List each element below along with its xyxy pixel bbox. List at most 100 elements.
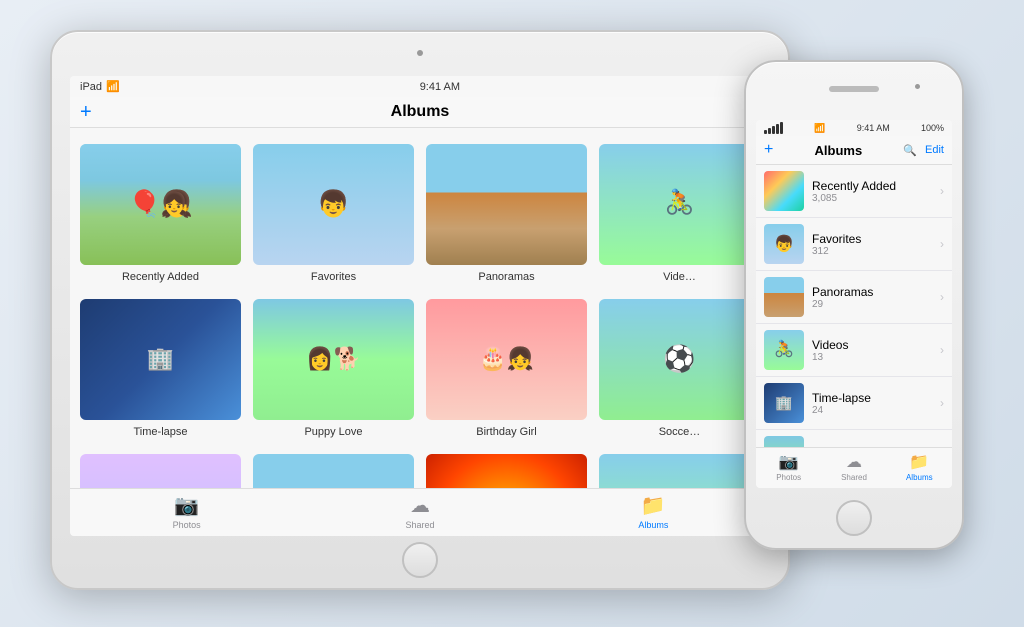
tablet-album-timelapse[interactable]: 🏢 Time-lapse [80,299,241,438]
phone-wifi-icon: 📶 [814,123,825,134]
phone-shared-label: Shared [841,473,867,482]
phone-tab-photos[interactable]: 📷 Photos [756,452,821,482]
phone-list-item-favorites[interactable]: 👦 Favorites 312 › [756,218,952,271]
phone-list-item-videos[interactable]: 🚴 Videos 13 › [756,324,952,377]
phone-list-info-timelapse: Time-lapse 24 [812,391,932,416]
phone-nav-title: Albums [815,143,863,158]
tablet-home-button[interactable] [402,542,438,578]
signal-bar-2 [768,128,771,134]
phone-device: 📶 9:41 AM 100% + Albums 🔍 Edit Recently … [744,60,964,550]
phone-list-count-timelapse: 24 [812,405,932,416]
tablet-thumb-soccer: ⚽ [599,299,760,420]
phone-home-button[interactable] [836,500,872,536]
phone-list-item-puppy[interactable]: 🐕 › [756,430,952,447]
tablet-status-left: iPad 📶 [80,80,120,93]
tablet-nav-bar: + Albums [70,97,770,128]
phone-list-info-videos: Videos 13 [812,338,932,363]
tablet-device: iPad 📶 9:41 AM + Albums 🎈👧 [50,30,790,590]
signal-bar-5 [780,122,783,134]
tablet-content: 🎈👧 Recently Added 👦 Favorites [70,128,770,488]
tablet-thumb-timelapse: 🏢 [80,299,241,420]
tablet-tab-photos[interactable]: 📷 Photos [70,493,303,530]
tablet-thumb-puppy-love: 👩🐕 [253,299,414,420]
phone-chevron-videos: › [940,343,944,357]
phone-photos-label: Photos [776,473,801,482]
tablet-album-landscape[interactable] [253,454,414,489]
phone-thumb-timelapse: 🏢 [764,383,804,423]
tablet-album-puppy-love[interactable]: 👩🐕 Puppy Love [253,299,414,438]
phone-albums-icon: 📁 [909,452,929,472]
phone-search-button[interactable]: 🔍 [903,144,917,157]
phone-list-name-videos: Videos [812,338,932,352]
phone-thumb-recently-added [764,171,804,211]
tablet-shared-label: Shared [405,520,434,530]
phone-list-count-panoramas: 29 [812,299,932,310]
tablet-thumb-panoramas [426,144,587,265]
tablet-album-label-panoramas: Panoramas [478,271,534,283]
phone-edit-button[interactable]: Edit [925,144,944,157]
phone-list-info-favorites: Favorites 312 [812,232,932,257]
phone-list-name-timelapse: Time-lapse [812,391,932,405]
signal-bar-3 [772,126,775,134]
tablet-album-soccer[interactable]: ⚽ Socce… [599,299,760,438]
phone-tab-shared[interactable]: ☁ Shared [821,452,886,482]
phone-albums-label: Albums [906,473,933,482]
phone-list-info-recently-added: Recently Added 3,085 [812,179,932,204]
tablet-album-selfie[interactable]: 🤳 [80,454,241,489]
phone-list-item-panoramas[interactable]: Panoramas 29 › [756,271,952,324]
phone-list-item-recently-added[interactable]: Recently Added 3,085 › [756,165,952,218]
tablet-album-videos[interactable]: 🚴 Vide… [599,144,760,283]
tablet-thumb-selfie: 🤳 [80,454,241,489]
phone-chevron-favorites: › [940,237,944,251]
tablet-nav-title: Albums [391,103,450,121]
phone-status-bar: 📶 9:41 AM 100% [756,120,952,136]
tablet-wifi-icon: 📶 [106,80,120,93]
tablet-album-favorites[interactable]: 👦 Favorites [253,144,414,283]
tablet-camera [417,50,423,56]
phone-chevron-panoramas: › [940,290,944,304]
tablet-thumb-videos: 🚴 [599,144,760,265]
phone-list-name-panoramas: Panoramas [812,285,932,299]
tablet-album-recently-added[interactable]: 🎈👧 Recently Added [80,144,241,283]
tablet-album-panoramas[interactable]: Panoramas [426,144,587,283]
tablet-tab-albums[interactable]: 📁 Albums [537,493,770,530]
tablet-album-family[interactable]: 👨‍👩‍👧 [599,454,760,489]
tablet-tab-bar: 📷 Photos ☁ Shared 📁 Albums [70,488,770,536]
phone-tab-albums[interactable]: 📁 Albums [887,452,952,482]
tablet-albums-label: Albums [638,520,668,530]
phone-list-item-timelapse[interactable]: 🏢 Time-lapse 24 › [756,377,952,430]
phone-list-count-videos: 13 [812,352,932,363]
phone-time: 9:41 AM [857,123,890,133]
tablet-album-flower[interactable] [426,454,587,489]
phone-list-info-panoramas: Panoramas 29 [812,285,932,310]
phone-screen: 📶 9:41 AM 100% + Albums 🔍 Edit Recently … [756,120,952,488]
tablet-photos-label: Photos [173,520,201,530]
signal-bar-1 [764,130,767,134]
tablet-album-label-timelapse: Time-lapse [134,426,188,438]
tablet-album-label-videos: Vide… [663,271,696,283]
tablet-album-label-puppy-love: Puppy Love [304,426,362,438]
phone-speaker [829,86,879,92]
phone-list-count-favorites: 312 [812,246,932,257]
tablet-screen: iPad 📶 9:41 AM + Albums 🎈👧 [70,76,770,536]
tablet-thumb-birthday-girl: 🎂👧 [426,299,587,420]
tablet-album-grid: 🎈👧 Recently Added 👦 Favorites [80,144,760,488]
phone-list-count-recently-added: 3,085 [812,193,932,204]
signal-bar-4 [776,124,779,134]
tablet-thumb-recently-added: 🎈👧 [80,144,241,265]
tablet-album-birthday-girl[interactable]: 🎂👧 Birthday Girl [426,299,587,438]
phone-thumb-panoramas [764,277,804,317]
phone-album-list: Recently Added 3,085 › 👦 Favorites 312 › [756,165,952,447]
tablet-tab-shared[interactable]: ☁ Shared [303,493,536,530]
phone-chevron-recently-added: › [940,184,944,198]
tablet-album-label-birthday-girl: Birthday Girl [476,426,537,438]
tablet-album-label-recently-added: Recently Added [122,271,199,283]
tablet-add-button[interactable]: + [80,101,92,124]
phone-add-button[interactable]: + [764,141,773,159]
phone-thumb-videos: 🚴 [764,330,804,370]
phone-list-name-recently-added: Recently Added [812,179,932,193]
tablet-time: 9:41 AM [420,81,460,93]
phone-thumb-favorites: 👦 [764,224,804,264]
phone-photos-icon: 📷 [779,452,799,472]
phone-nav-actions: 🔍 Edit [903,144,944,157]
